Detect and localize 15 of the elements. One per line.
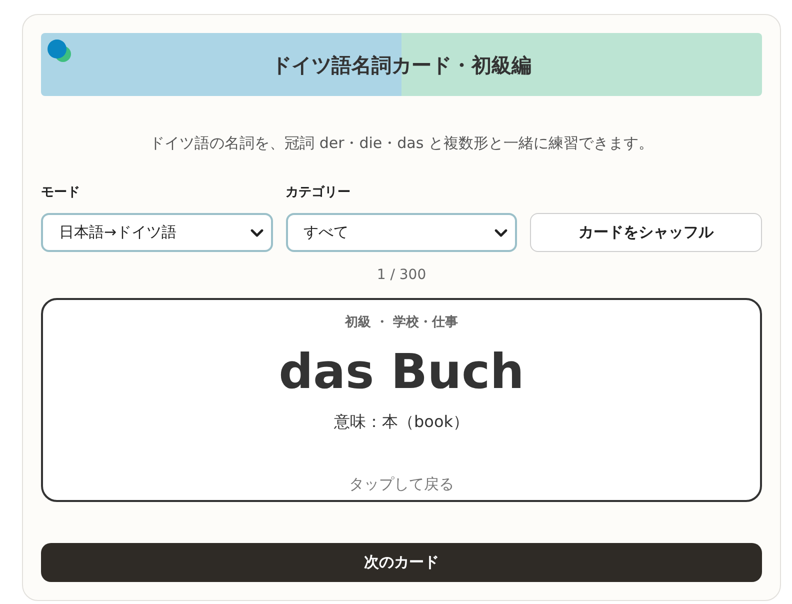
- shuffle-button[interactable]: カードをシャッフル: [530, 213, 762, 252]
- logo-icon: [47, 39, 72, 63]
- dropdown[interactable]: 日本語→ドイツ語: [41, 213, 273, 252]
- card-meaning: 意味：本（book）: [334, 411, 469, 433]
- next-card-button[interactable]: 次のカード: [41, 543, 762, 582]
- dropdown[interactable]: すべて: [286, 213, 518, 252]
- card-word: das Buch: [278, 344, 524, 400]
- card-meta: 初級 ・ 学校・仕事: [344, 314, 458, 332]
- card-hint: タップして戻る: [349, 474, 454, 494]
- app-title: ドイツ語名詞カード・初級編: [272, 52, 532, 78]
- card-counter: 1 / 300: [376, 266, 428, 284]
- field-label: モード: [41, 184, 81, 202]
- flashcard[interactable]: 初級 ・ 学校・仕事 das Buch 意味：本（book） タップして戻る: [41, 298, 762, 502]
- description-text: ドイツ語の名詞を、冠詞 der・die・das と複数形と一緒に練習できます。: [148, 133, 654, 153]
- field-label: カテゴリー: [286, 184, 352, 202]
